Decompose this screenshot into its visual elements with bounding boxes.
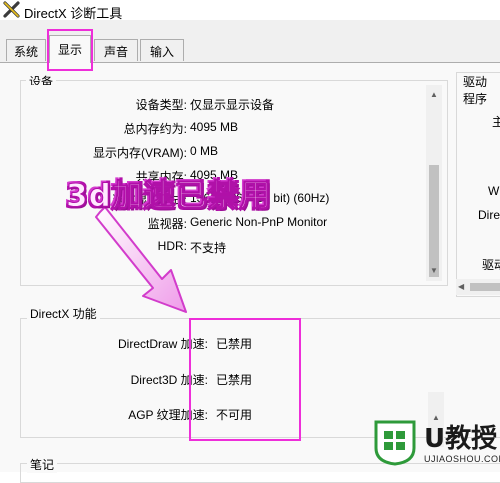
scroll-up-icon[interactable]: ▲ [426,87,442,103]
device-row: 显示内存(VRAM): 0 MB [22,144,442,162]
driver-fragment: Dire [478,208,500,222]
device-row: 监视器: Generic Non-PnP Monitor [22,215,442,233]
driver-fragment: W [488,184,500,198]
device-row-label: 显示内存(VRAM): [93,146,187,160]
device-row-value: 仅显示显示设备 [190,98,275,112]
driver-fragment: 主 [492,115,500,129]
device-row-value: 4095 MB [190,120,239,134]
device-row-label: 设备类型: [135,98,187,112]
device-row: 设备类型: 仅显示显示设备 [22,96,442,114]
directx-app-icon [3,1,20,18]
device-row-value: 0 MB [190,144,219,158]
title-bar: DirectX 诊断工具 [0,0,500,21]
notes-group-legend: 笔记 [27,456,58,473]
device-row-value: Generic Non-PnP Monitor [190,215,328,229]
tab-display[interactable]: 显示 [49,35,91,63]
device-row: 总内存约为: 4095 MB [22,120,442,138]
device-list-scrollbar[interactable]: ▲ ▼ [426,85,442,281]
device-row-label: HDR: [157,239,187,253]
tab-input[interactable]: 输入 [140,39,184,61]
device-row: HDR: 不支持 [22,239,442,257]
device-row-label: 监视器: [147,217,187,231]
watermark-brand: U教授 [424,424,498,454]
driver-hscrollbar[interactable]: ◀ [456,279,500,295]
driver-fragment: 驱动 [482,258,500,272]
directx-features-legend: DirectX 功能 [27,305,100,322]
features-highlight-box [189,318,301,441]
scrollbar-thumb[interactable] [470,283,500,291]
watermark-url: UJIAOSHOU.COM [424,454,500,464]
scrollbar-thumb[interactable] [429,165,439,277]
tab-sound[interactable]: 声音 [94,39,138,61]
device-row-value: 不支持 [190,241,227,255]
annotation-label: 3d加速已禁用 [66,178,272,215]
watermark-logo-icon [374,420,416,466]
watermark: U教授 UJIAOSHOU.COM [370,412,500,472]
tab-system[interactable]: 系统 [6,39,46,61]
driver-group-legend: 驱动程序 [460,73,500,107]
scroll-left-icon[interactable]: ◀ [458,279,464,295]
scroll-down-icon[interactable]: ▼ [426,263,442,279]
device-row-label: 总内存约为: [123,122,187,136]
